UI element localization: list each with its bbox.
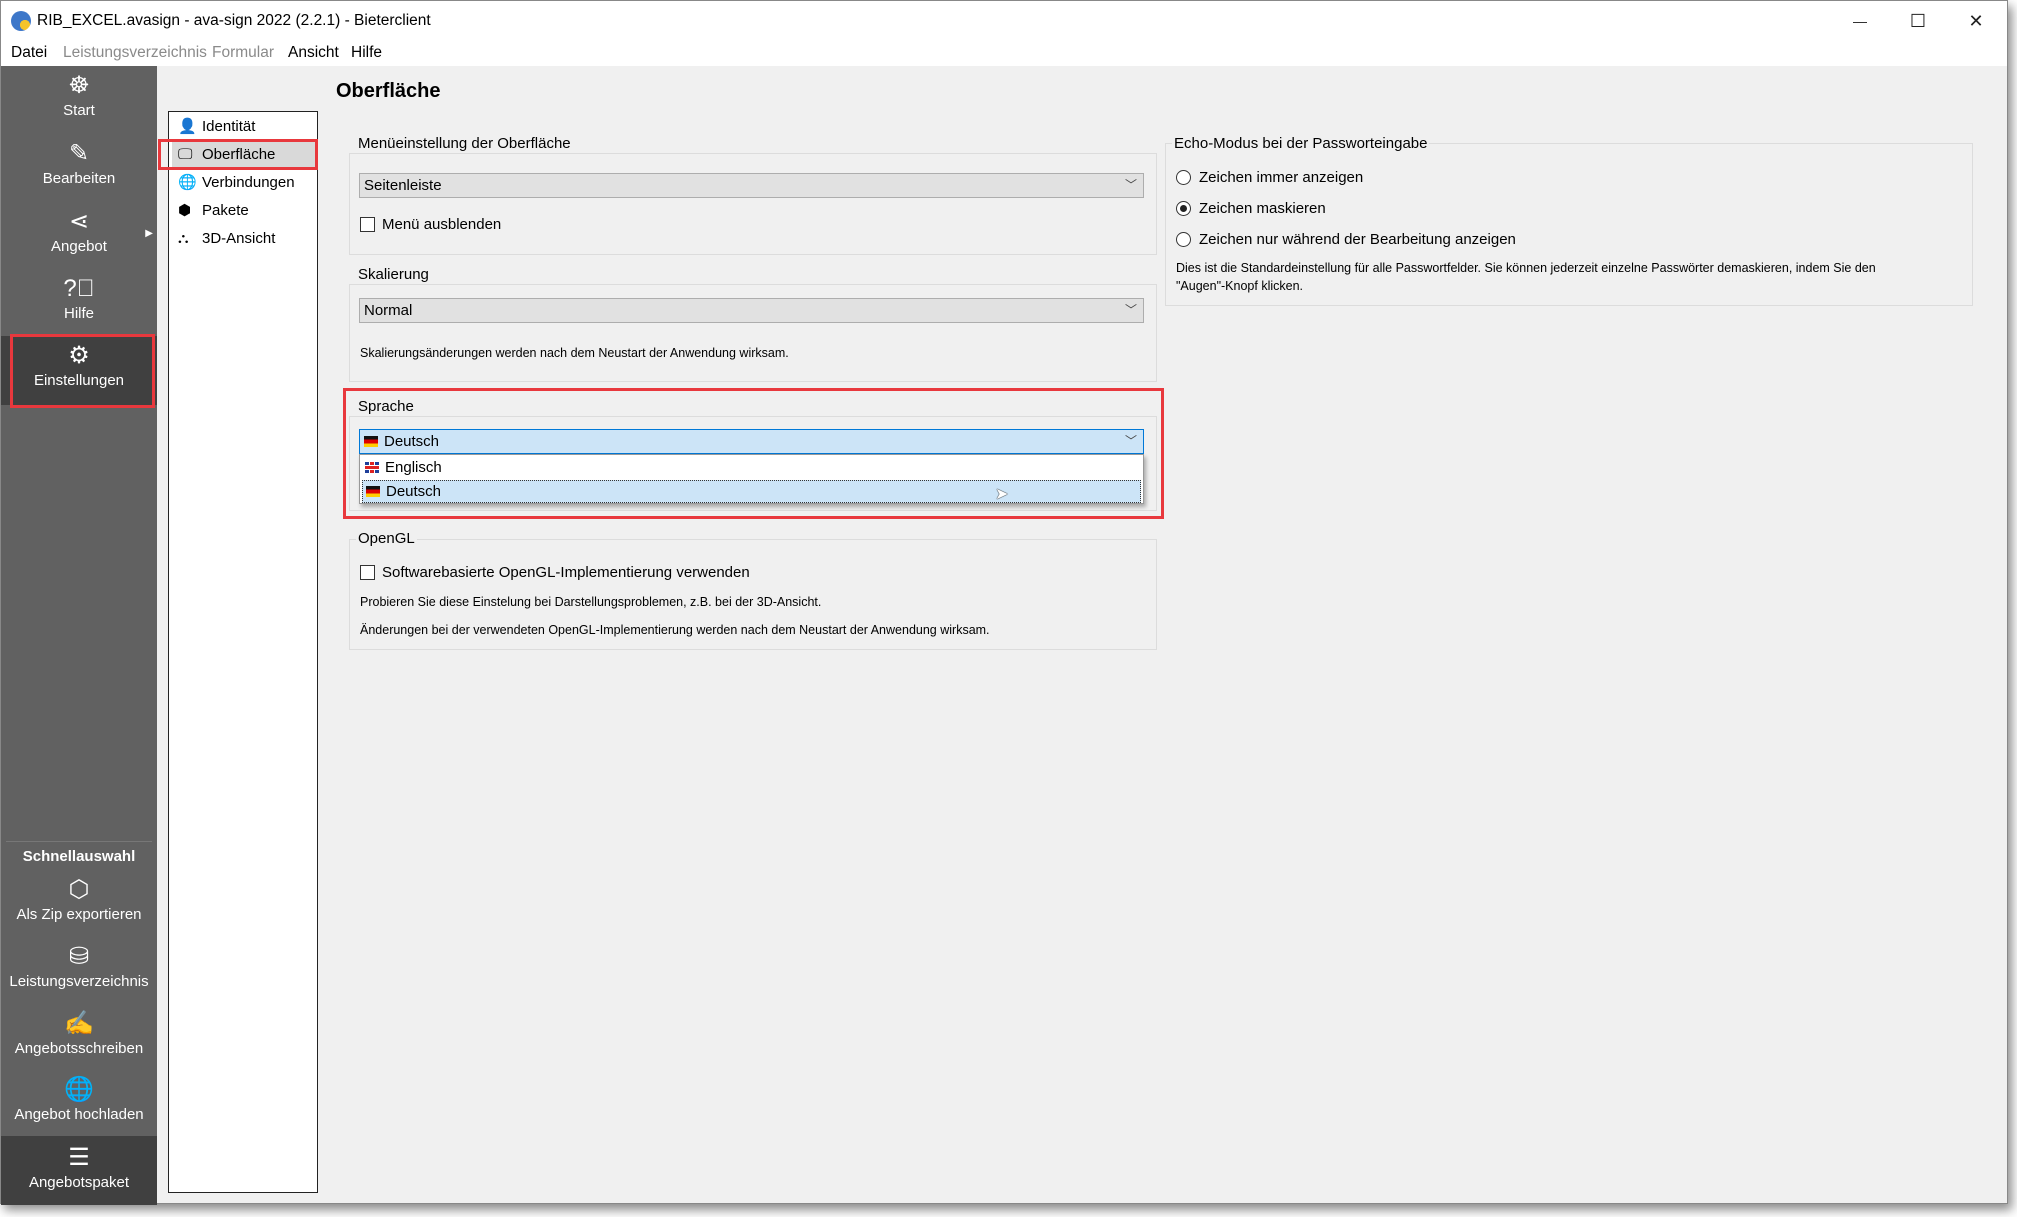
- flag-de-icon: [366, 486, 380, 497]
- share-icon: ⋖: [68, 208, 90, 235]
- opengl-note-2: Änderungen bei der verwendeten OpenGL-Im…: [360, 623, 990, 637]
- divider: [6, 841, 152, 842]
- title-bar: RIB_EXCEL.avasign - ava-sign 2022 (2.2.1…: [1, 1, 2007, 41]
- page-title: Oberfläche: [336, 80, 441, 102]
- radio-show-while-editing[interactable]: [1176, 232, 1191, 247]
- sidebar-item-hilfe[interactable]: ?⃝ Hilfe: [1, 275, 157, 322]
- quick-angebot-hochladen[interactable]: 🌐 Angebot hochladen: [1, 1076, 157, 1123]
- gear-icon: ⚙: [68, 342, 90, 369]
- radio-mask-label: Zeichen maskieren: [1199, 200, 1326, 217]
- opengl-label: OpenGL: [356, 530, 417, 547]
- package-export-icon: ⬡: [68, 876, 90, 903]
- menu-datei[interactable]: Datei: [11, 44, 47, 62]
- sidebar-item-einstellungen[interactable]: ⚙ Einstellungen: [1, 336, 157, 405]
- language-dropdown-list: Englisch Deutsch: [359, 454, 1144, 504]
- user-icon: 👤: [178, 118, 197, 135]
- language-label: Sprache: [356, 398, 416, 415]
- hide-menu-checkbox[interactable]: [360, 217, 375, 232]
- software-opengl-label: Softwarebasierte OpenGL-Implementierung …: [382, 564, 750, 581]
- menu-settings-group: [349, 153, 1157, 255]
- globe-upload-icon: 🌐: [64, 1076, 94, 1103]
- language-option-englisch[interactable]: Englisch: [362, 457, 1141, 479]
- submenu-arrow-icon: ▶: [145, 228, 153, 239]
- app-window: RIB_EXCEL.avasign - ava-sign 2022 (2.2.1…: [0, 0, 2008, 1205]
- helm-icon: ☸: [68, 72, 90, 99]
- settings-nav-list: 👤 Identität 🖵 Oberfläche 🌐 Verbindungen ⬢ Pa…: [168, 111, 318, 1193]
- nav-identitaet[interactable]: 👤 Identität: [172, 113, 316, 140]
- 3d-icon: ⛬: [178, 230, 189, 247]
- document-sign-icon: ✍: [64, 1010, 94, 1037]
- radio-show-while-editing-label: Zeichen nur während der Bearbeitung anze…: [1199, 231, 1516, 248]
- quick-als-zip-exportieren[interactable]: ⬡ Als Zip exportieren: [1, 876, 157, 923]
- radio-always-show-label: Zeichen immer anzeigen: [1199, 169, 1364, 186]
- sidebar-item-start[interactable]: ☸ Start: [1, 72, 157, 119]
- window-title: RIB_EXCEL.avasign - ava-sign 2022 (2.2.1…: [37, 12, 431, 29]
- quick-angebotspaket[interactable]: ☰ Angebotspaket: [1, 1136, 157, 1205]
- maximize-button[interactable]: ☐: [1898, 7, 1938, 35]
- sidebar-item-bearbeiten[interactable]: ✎ Bearbeiten: [1, 140, 157, 187]
- language-option-deutsch[interactable]: Deutsch: [362, 480, 1141, 503]
- flag-uk-icon: [365, 462, 379, 473]
- chevron-down-icon: ﹀: [1124, 178, 1137, 192]
- echo-note-2: "Augen"-Knopf klicken.: [1176, 279, 1304, 293]
- cube-icon: ⬢: [178, 202, 192, 219]
- menu-hilfe[interactable]: Hilfe: [351, 44, 382, 62]
- chevron-down-icon: ﹀: [1124, 434, 1137, 448]
- echo-mode-label: Echo-Modus bei der Passworteingabe: [1172, 135, 1430, 152]
- nav-verbindungen[interactable]: 🌐 Verbindungen: [172, 169, 316, 196]
- scale-note: Skalierungsänderungen werden nach dem Ne…: [360, 346, 789, 360]
- menu-ansicht[interactable]: Ansicht: [288, 44, 339, 62]
- language-select[interactable]: Deutsch ﹀: [359, 429, 1144, 454]
- mouse-cursor-icon: ➤: [995, 486, 1009, 503]
- nav-3d-ansicht[interactable]: ⛬ 3D-Ansicht: [172, 225, 316, 252]
- radio-mask[interactable]: [1176, 201, 1191, 216]
- coins-icon: ⛁: [68, 943, 90, 970]
- menu-bar: Datei Leistungsverzeichnis Formular Ansi…: [1, 41, 2007, 66]
- menu-leistungsverzeichnis[interactable]: Leistungsverzeichnis: [63, 44, 207, 62]
- pencil-icon: ✎: [68, 140, 90, 167]
- menu-formular[interactable]: Formular: [212, 44, 274, 62]
- nav-pakete[interactable]: ⬢ Pakete: [172, 197, 316, 224]
- close-button[interactable]: ✕: [1956, 7, 1996, 35]
- chevron-down-icon: ﹀: [1124, 303, 1137, 317]
- radio-always-show[interactable]: [1176, 170, 1191, 185]
- app-logo-icon: [11, 11, 31, 31]
- quick-leistungsverzeichnis[interactable]: ⛁ Leistungsverzeichnis: [1, 943, 157, 990]
- scale-select[interactable]: Normal ﹀: [359, 298, 1144, 323]
- sidebar: ☸ Start ✎ Bearbeiten ⋖ Angebot ▶ ?⃝ Hilfe ⚙ Ei…: [1, 66, 157, 1205]
- opengl-note-1: Probieren Sie diese Einstelung bei Darst…: [360, 595, 822, 609]
- nav-oberflaeche[interactable]: 🖵 Oberfläche: [172, 141, 316, 168]
- globe-icon: 🌐: [178, 174, 197, 191]
- menu-mode-select[interactable]: Seitenleiste ﹀: [359, 173, 1144, 198]
- quick-select-title: Schnellauswahl: [22, 848, 136, 865]
- quick-angebotsschreiben[interactable]: ✍ Angebotsschreiben: [1, 1010, 157, 1057]
- software-opengl-checkbox[interactable]: [360, 565, 375, 580]
- flag-de-icon: [364, 436, 378, 447]
- hide-menu-label: Menü ausblenden: [382, 216, 502, 233]
- sidebar-item-angebot[interactable]: ⋖ Angebot ▶: [1, 208, 157, 255]
- tree-list-icon: ☰: [68, 1144, 90, 1171]
- menu-settings-label: Menüeinstellung der Oberfläche: [356, 135, 573, 152]
- help-icon: ?⃝: [63, 275, 95, 302]
- minimize-button[interactable]: —: [1840, 7, 1880, 35]
- echo-note-1: Dies ist die Standardeinstellung für all…: [1176, 261, 1876, 275]
- monitor-icon: 🖵: [178, 146, 193, 163]
- scale-label: Skalierung: [356, 266, 431, 283]
